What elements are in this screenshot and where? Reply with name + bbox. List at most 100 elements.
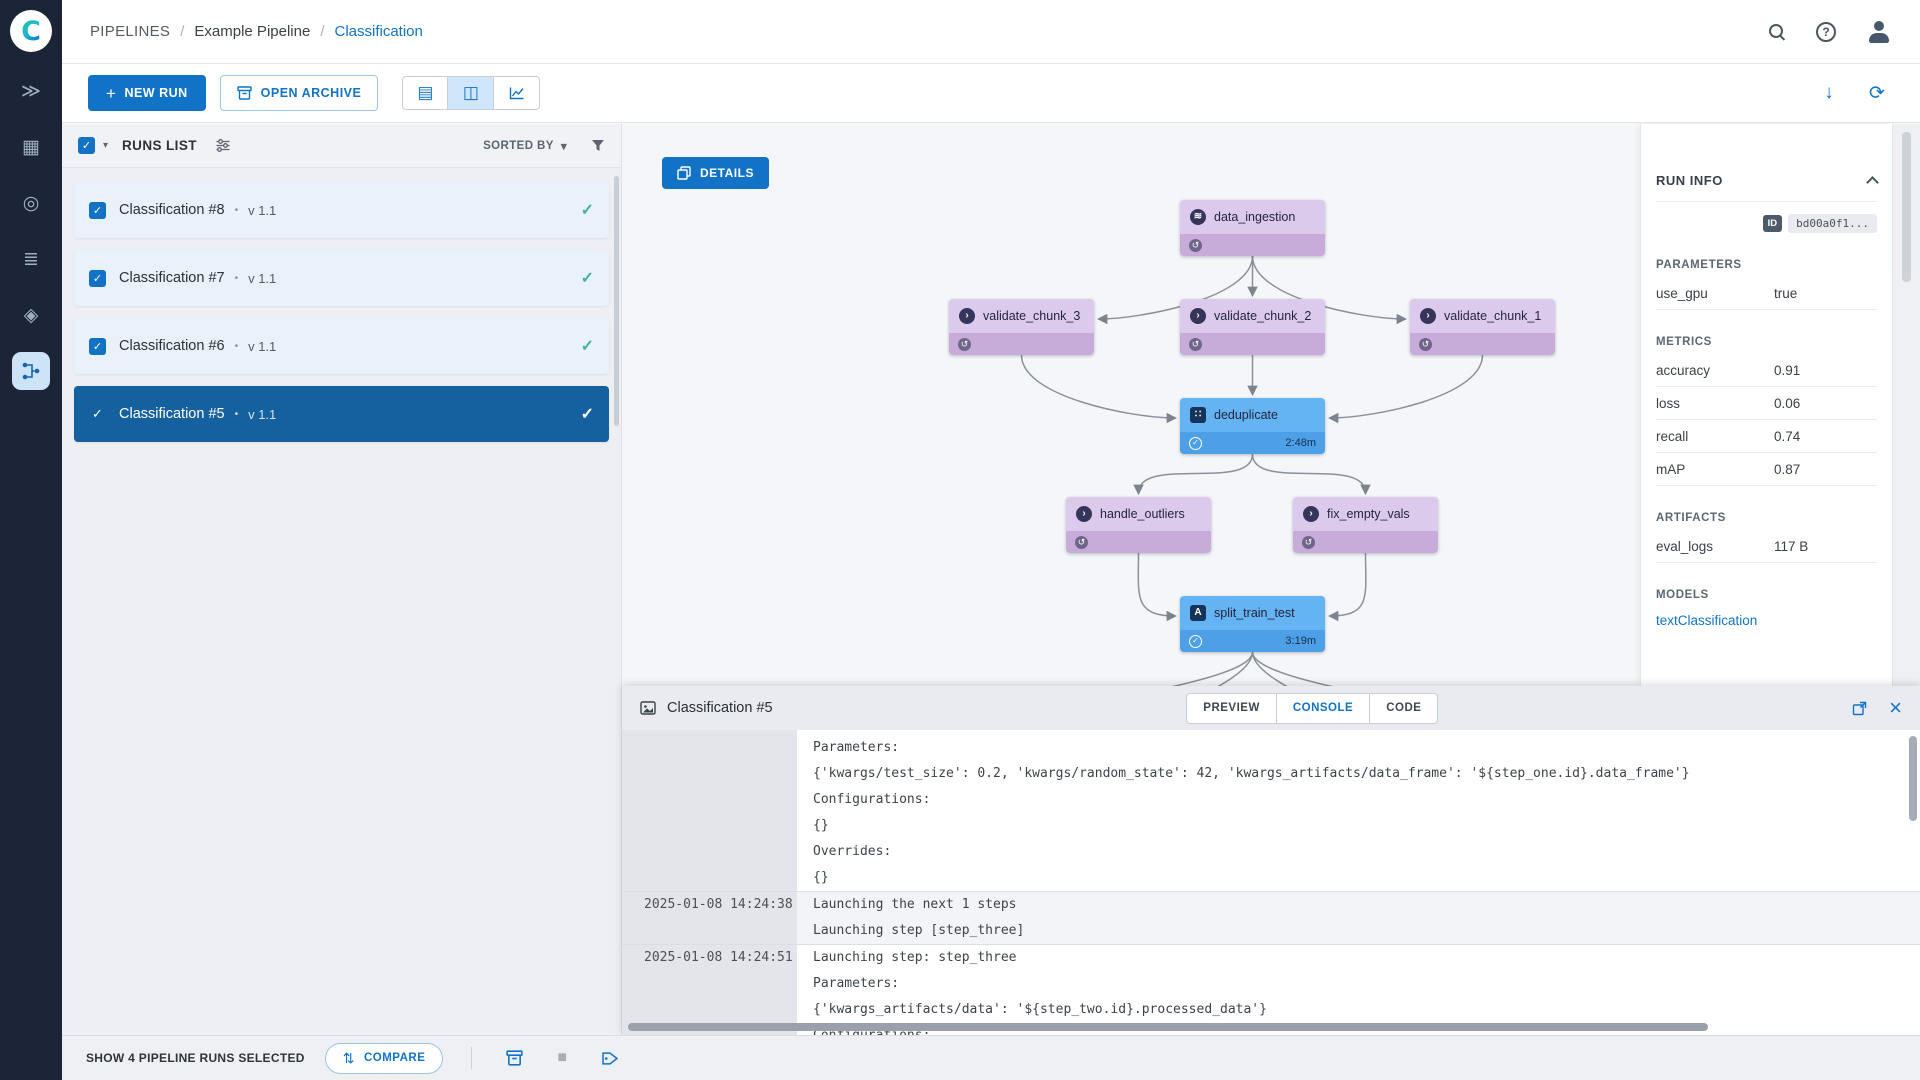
- console-line: Configurations:: [813, 792, 931, 807]
- info-key: mAP: [1656, 461, 1686, 477]
- pipeline-node-handle_outliers[interactable]: › handle_outliers ↺: [1066, 497, 1211, 553]
- pipeline-node-deduplicate[interactable]: ∷ deduplicate ✓ 2:48m: [1180, 398, 1325, 454]
- console-body: Parameters: {'kwargs/test_size': 0.2, 'kw…: [622, 730, 1920, 1035]
- details-icon: [677, 166, 691, 180]
- console-actions: ×: [1852, 697, 1902, 719]
- info-value: 0.91: [1774, 362, 1801, 378]
- run-checkbox[interactable]: ✓: [89, 337, 106, 355]
- run-list-item[interactable]: ✓ Classification #7 • v 1.1 ✓: [74, 250, 609, 306]
- pipeline-node-data_ingestion[interactable]: ≋ data_ingestion ↺: [1180, 200, 1325, 256]
- pipeline-node-fix_empty_vals[interactable]: › fix_empty_vals ↺: [1293, 497, 1438, 553]
- pipeline-node-validate_chunk_1[interactable]: › validate_chunk_1 ↺: [1410, 299, 1555, 355]
- abort-button[interactable]: ■: [557, 1049, 567, 1067]
- user-avatar[interactable]: [1866, 19, 1892, 45]
- run-checkbox[interactable]: ✓: [89, 201, 106, 219]
- console-vertical-scrollbar[interactable]: [1909, 736, 1917, 821]
- chart-view-icon: [509, 87, 524, 100]
- filter-icon[interactable]: [591, 139, 605, 152]
- compare-button[interactable]: ⇅ COMPARE: [324, 1042, 444, 1074]
- run-status-check-icon: ✓: [580, 406, 594, 423]
- split-view-button[interactable]: ◫: [448, 76, 495, 110]
- console-horizontal-scrollbar[interactable]: [628, 1023, 1708, 1031]
- run-checkbox[interactable]: ✓: [89, 269, 106, 287]
- open-archive-button[interactable]: OPEN ARCHIVE: [219, 75, 379, 111]
- section-title: MODELS: [1656, 589, 1709, 601]
- topbar-icons: ?: [1768, 19, 1892, 45]
- console-log: Parameters: {'kwargs/test_size': 0.2, 'kw…: [622, 730, 1920, 1035]
- table-view-button[interactable]: ▤: [402, 76, 449, 110]
- display-settings-icon[interactable]: [215, 139, 231, 152]
- runs-list-scrollbar[interactable]: [614, 176, 619, 426]
- search-icon[interactable]: [1768, 23, 1786, 41]
- run-id-value[interactable]: bd00a0f1...: [1788, 214, 1877, 233]
- info-key: use_gpu: [1656, 285, 1708, 301]
- console-entry: Parameters: {'kwargs/test_size': 0.2, 'kw…: [622, 735, 1920, 891]
- plus-icon: +: [106, 83, 117, 103]
- info-value: 0.87: [1774, 461, 1801, 477]
- node-label: split_train_test: [1214, 606, 1295, 620]
- run-list-item[interactable]: ✓ Classification #6 • v 1.1 ✓: [74, 318, 609, 374]
- open-archive-label: OPEN ARCHIVE: [260, 86, 362, 100]
- grid-icon: ∷: [1190, 407, 1206, 423]
- split-view-icon: ◫: [462, 83, 479, 102]
- db-icon: ≋: [1190, 209, 1206, 225]
- archive-button[interactable]: [506, 1050, 524, 1066]
- info-row: recall 0.74: [1656, 420, 1877, 453]
- console-tab-console[interactable]: CONSOLE: [1276, 692, 1371, 724]
- details-button[interactable]: DETAILS: [662, 157, 769, 189]
- sort-dropdown[interactable]: SORTED BY ▾: [483, 139, 567, 153]
- console-run-title: Classification #5: [667, 700, 773, 716]
- run-history-button[interactable]: ⟳: [1860, 76, 1894, 110]
- app-root: C ≫ ▦ ◎ ≣ ◈ PIPELINES / Example Pipeline / C…: [0, 0, 1920, 1080]
- run-list-item[interactable]: ✓ Classification #8 • v 1.1 ✓: [74, 182, 609, 238]
- bullet-icon: •: [234, 408, 239, 420]
- sidebar-item-reports[interactable]: ◈: [12, 296, 50, 334]
- help-icon[interactable]: ?: [1816, 21, 1836, 42]
- clearml-logo[interactable]: C: [10, 10, 52, 52]
- section-title: ARTIFACTS: [1656, 512, 1726, 524]
- close-console-button[interactable]: ×: [1889, 697, 1902, 719]
- breadcrumb-current[interactable]: Classification: [334, 23, 422, 40]
- breadcrumb-separator: /: [180, 23, 185, 40]
- model-link[interactable]: textClassification: [1656, 613, 1877, 628]
- tag-button[interactable]: [601, 1051, 619, 1066]
- node-label: fix_empty_vals: [1327, 507, 1410, 521]
- pipeline-node-split_train_test[interactable]: Asplit_train_test ✓ 3:19m: [1180, 596, 1325, 652]
- sidebar-item-projects[interactable]: ◎: [12, 184, 50, 222]
- node-footer: ✓ 3:19m: [1180, 630, 1325, 652]
- table-view-icon: ▤: [417, 83, 434, 102]
- new-run-button[interactable]: + NEW RUN: [88, 75, 206, 111]
- console-entry: 2025-01-08 14:24:51 Launching step: step_…: [622, 944, 1920, 1035]
- sidebar-item-datasets[interactable]: ≣: [12, 240, 50, 278]
- download-button[interactable]: ↓: [1812, 76, 1846, 110]
- select-all-checkbox[interactable]: ✓: [78, 137, 95, 154]
- pipeline-node-validate_chunk_2[interactable]: › validate_chunk_2 ↺: [1180, 299, 1325, 355]
- console-tab-preview[interactable]: PREVIEW: [1186, 692, 1277, 724]
- collapse-chevron-icon[interactable]: [1866, 176, 1879, 189]
- check-icon: ✓: [81, 140, 92, 152]
- console-tab-code[interactable]: CODE: [1370, 692, 1439, 724]
- cached-icon: ↺: [958, 337, 971, 351]
- status-check-icon: ✓: [1189, 634, 1202, 648]
- step-icon: ›: [1190, 308, 1206, 324]
- main-scrollbar-thumb[interactable]: [1902, 132, 1911, 282]
- run-version: v 1.1: [248, 270, 277, 286]
- pipeline-node-validate_chunk_3[interactable]: › validate_chunk_3 ↺: [949, 299, 1094, 355]
- close-icon: ×: [1889, 695, 1902, 720]
- runs-items-container: ✓ Classification #8 • v 1.1 ✓ ✓ Classification…: [62, 168, 621, 442]
- sidebar: C ≫ ▦ ◎ ≣ ◈: [0, 0, 62, 1080]
- abort-icon: ■: [557, 1049, 568, 1066]
- breadcrumb-pipelines[interactable]: PIPELINES: [90, 23, 170, 40]
- chart-view-button[interactable]: [494, 76, 541, 110]
- sidebar-item-pipelines[interactable]: [12, 352, 50, 390]
- expand-console-button[interactable]: [1852, 701, 1867, 716]
- run-title: Classification #6: [119, 338, 225, 354]
- sidebar-item-dashboard[interactable]: ▦: [12, 128, 50, 166]
- sidebar-item-launch[interactable]: ≫: [12, 72, 50, 110]
- breadcrumb-project[interactable]: Example Pipeline: [194, 23, 310, 40]
- node-duration: 2:48m: [1285, 437, 1316, 449]
- run-status-check-icon: ✓: [580, 202, 594, 219]
- select-all-caret-icon[interactable]: ▾: [103, 140, 108, 151]
- run-list-item[interactable]: ✓ Classification #5 • v 1.1 ✓: [74, 386, 609, 442]
- run-checkbox[interactable]: ✓: [89, 406, 106, 423]
